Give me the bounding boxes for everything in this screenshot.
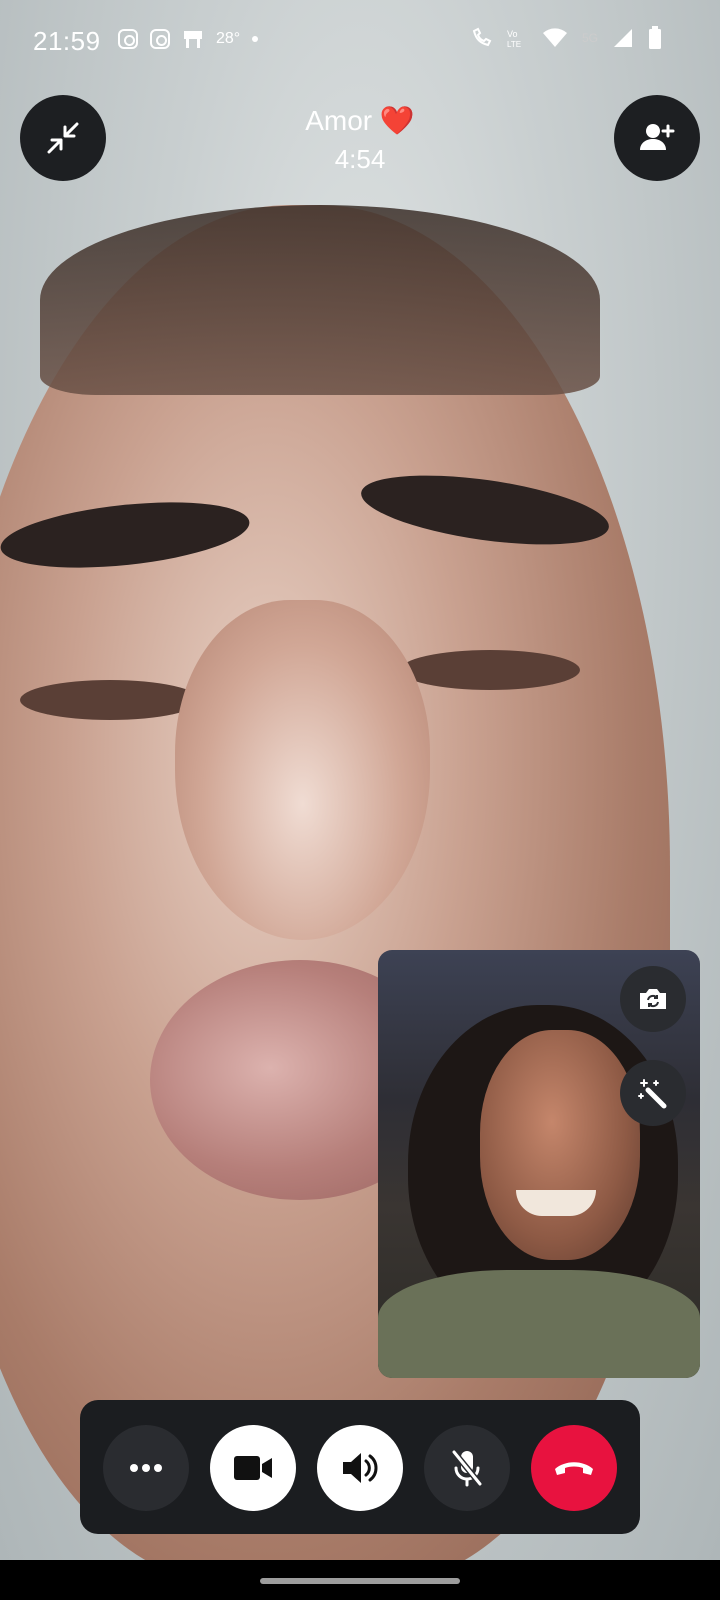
end-call-icon: [555, 1462, 593, 1475]
effects-button[interactable]: [620, 1060, 686, 1126]
wifi-icon: [542, 28, 567, 47]
mute-button[interactable]: [424, 1425, 510, 1511]
more-notifications-dot: [252, 36, 259, 42]
end-call-button[interactable]: [531, 1425, 617, 1511]
switch-camera-icon: [640, 989, 666, 1009]
remote-nose: [175, 600, 430, 940]
svg-text:LTE: LTE: [507, 40, 521, 49]
temperature: 28°: [216, 30, 241, 47]
notification-icons: 28°: [118, 28, 259, 50]
volte-icon: VoLTE: [507, 29, 521, 49]
status-time: 21:59: [33, 26, 101, 56]
speaker-icon: [343, 1453, 378, 1483]
remote-hair: [40, 205, 600, 395]
svg-text:Vo: Vo: [507, 29, 518, 39]
signal-icon: [614, 29, 632, 47]
system-icons: Vo LTE 5G: [470, 26, 662, 50]
video-toggle-button[interactable]: [210, 1425, 296, 1511]
desk-icon: [184, 31, 202, 48]
instagram-icon: [150, 29, 170, 49]
remote-eye-right: [400, 650, 580, 690]
instagram-icon: [118, 29, 138, 49]
self-shirt: [378, 1270, 700, 1378]
more-options-button[interactable]: [103, 1425, 189, 1511]
wifi-call-icon: [472, 27, 492, 47]
video-camera-icon: [234, 1456, 272, 1480]
switch-camera-button[interactable]: [620, 966, 686, 1032]
mic-off-icon: [451, 1449, 483, 1487]
self-view-video[interactable]: [378, 950, 700, 1378]
call-duration: 4:54: [334, 144, 386, 174]
magic-wand-icon: [638, 1079, 667, 1109]
more-icon: [130, 1464, 162, 1472]
contact-name: Amor ❤️: [305, 105, 415, 136]
call-controls: [80, 1400, 640, 1534]
status-bar: 21:59 28° Vo LTE 5G: [0, 0, 720, 80]
network-type: 5G: [581, 31, 598, 45]
remote-eye-left: [20, 680, 200, 720]
speaker-button[interactable]: [317, 1425, 403, 1511]
battery-icon: [649, 26, 661, 49]
home-indicator[interactable]: [260, 1578, 460, 1584]
add-person-icon: [640, 124, 675, 150]
add-participant-button[interactable]: [614, 95, 700, 181]
self-face: [480, 1030, 640, 1260]
